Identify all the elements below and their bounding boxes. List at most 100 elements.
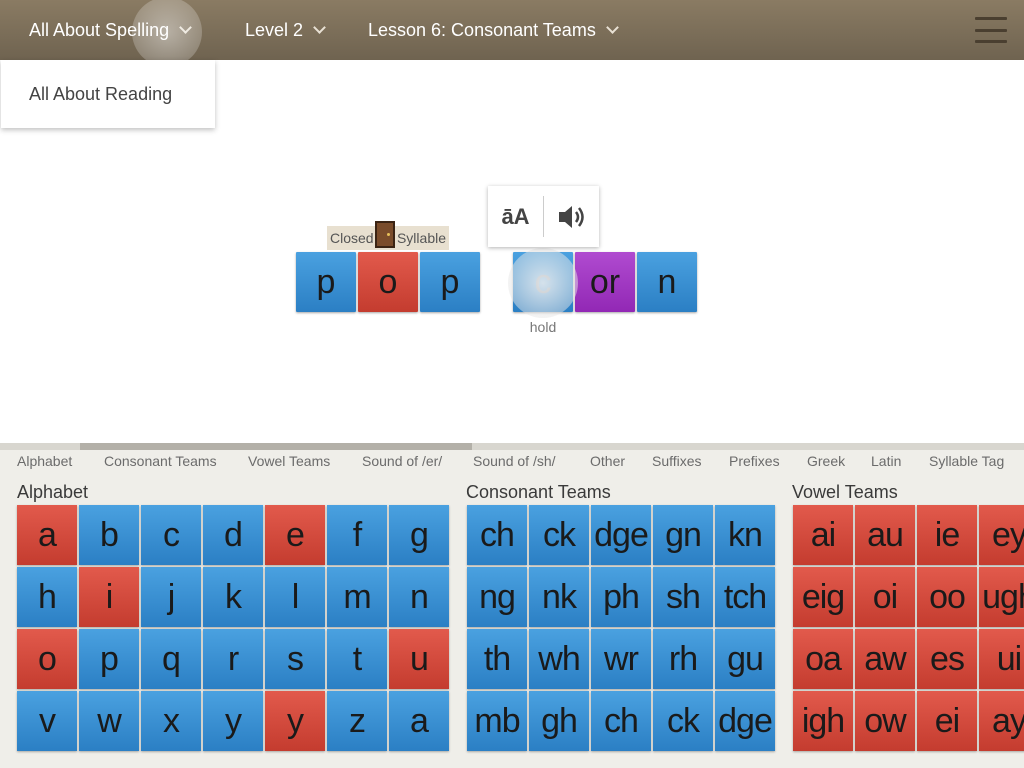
letter-tile[interactable]: ch [467,505,527,565]
letter-tile[interactable]: u [389,629,449,689]
letter-tile[interactable]: g [389,505,449,565]
text-size-button[interactable]: āA [488,186,543,247]
program-label: All About Spelling [29,19,170,40]
letter-tile[interactable]: ck [653,691,713,751]
vowel-teams-tile-grid: aiauieey eigoioough oaawesui ighoweiay [793,505,1024,751]
syllable-tag-left: Closed [330,230,374,246]
letter-tile[interactable]: t [327,629,387,689]
letter-tile[interactable]: c [141,505,201,565]
letter-tile[interactable]: z [327,691,387,751]
letter-tile[interactable]: ui [979,629,1024,689]
letter-tile[interactable]: a [389,691,449,751]
letter-tile[interactable]: ugh [979,567,1024,627]
letter-tile[interactable]: th [467,629,527,689]
chevron-down-icon [313,20,326,34]
letter-tile[interactable]: y [203,691,263,751]
letter-tile[interactable]: d [203,505,263,565]
tab-other[interactable]: Other [590,453,625,469]
letter-tile[interactable]: ei [917,691,977,751]
tab-greek[interactable]: Greek [807,453,845,469]
letter-tile[interactable]: h [17,567,77,627]
door-icon [375,221,395,248]
letter-tile[interactable]: au [855,505,915,565]
letter-tile[interactable]: b [79,505,139,565]
dropdown-item-all-about-reading[interactable]: All About Reading [29,84,172,105]
tab-suffixes[interactable]: Suffixes [652,453,702,469]
letter-tile[interactable]: p [79,629,139,689]
letter-tile[interactable]: igh [793,691,853,751]
syllable-tag-right: Syllable [396,230,446,246]
letter-tile[interactable]: k [203,567,263,627]
menu-icon[interactable] [975,17,1007,43]
tab-sound-of-er[interactable]: Sound of /er/ [362,453,442,469]
program-selector[interactable]: All About Spelling [29,0,192,60]
level-label: Level 2 [245,19,304,40]
chevron-down-icon [605,20,619,34]
letter-tile[interactable]: tch [715,567,775,627]
letter-tile[interactable]: ng [467,567,527,627]
word-tile[interactable]: o [358,252,418,312]
letter-tile[interactable]: aw [855,629,915,689]
level-selector[interactable]: Level 2 [245,0,326,60]
letter-tile[interactable]: y [265,691,325,751]
letter-tile[interactable]: rh [653,629,713,689]
letter-tile[interactable]: gh [529,691,589,751]
letter-tile[interactable]: r [203,629,263,689]
lesson-label: Lesson 6: Consonant Teams [368,19,596,40]
word-tile[interactable]: p [420,252,480,312]
letter-tile[interactable]: sh [653,567,713,627]
letter-tile[interactable]: oa [793,629,853,689]
letter-tile[interactable]: e [265,505,325,565]
letter-tile[interactable]: ie [917,505,977,565]
scrollbar-thumb[interactable] [80,443,472,450]
tab-vowel-teams[interactable]: Vowel Teams [248,453,330,469]
letter-tile[interactable]: l [265,567,325,627]
word-tile[interactable]: n [637,252,697,312]
section-title-consonant-teams: Consonant Teams [466,482,611,502]
letter-tile[interactable]: n [389,567,449,627]
speaker-icon[interactable] [544,186,599,247]
lesson-selector[interactable]: Lesson 6: Consonant Teams [368,0,619,60]
letter-tile[interactable]: x [141,691,201,751]
letter-tile[interactable]: v [17,691,77,751]
letter-tile[interactable]: gn [653,505,713,565]
tab-syllable-tag[interactable]: Syllable Tag [929,453,1004,469]
letter-tile[interactable]: ai [793,505,853,565]
letter-tile[interactable]: q [141,629,201,689]
word-tile[interactable]: or [575,252,635,312]
letter-tile[interactable]: ay [979,691,1024,751]
letter-tile[interactable]: w [79,691,139,751]
letter-tile[interactable]: ow [855,691,915,751]
letter-tile[interactable]: ey [979,505,1024,565]
letter-tile[interactable]: m [327,567,387,627]
tab-sound-of-sh[interactable]: Sound of /sh/ [473,453,556,469]
letter-tile[interactable]: wh [529,629,589,689]
letter-tile[interactable]: wr [591,629,651,689]
letter-tile[interactable]: es [917,629,977,689]
letter-tile[interactable]: dge [715,691,775,751]
letter-tile[interactable]: dge [591,505,651,565]
letter-tile[interactable]: a [17,505,77,565]
tab-alphabet[interactable]: Alphabet [17,453,72,469]
letter-tile[interactable]: ch [591,691,651,751]
letter-tile[interactable]: ck [529,505,589,565]
letter-tile[interactable]: f [327,505,387,565]
letter-tile[interactable]: i [79,567,139,627]
letter-tile[interactable]: j [141,567,201,627]
horizontal-scrollbar[interactable] [0,443,1024,450]
letter-tile[interactable]: o [17,629,77,689]
tab-latin[interactable]: Latin [871,453,901,469]
letter-tile[interactable]: kn [715,505,775,565]
letter-tile[interactable]: s [265,629,325,689]
tab-prefixes[interactable]: Prefixes [729,453,780,469]
letter-tile[interactable]: oo [917,567,977,627]
letter-tile[interactable]: gu [715,629,775,689]
letter-tile[interactable]: ph [591,567,651,627]
word-tile[interactable]: p [296,252,356,312]
tab-consonant-teams[interactable]: Consonant Teams [104,453,217,469]
letter-tile[interactable]: oi [855,567,915,627]
word-tile-selected[interactable]: c [513,252,573,312]
letter-tile[interactable]: nk [529,567,589,627]
letter-tile[interactable]: mb [467,691,527,751]
letter-tile[interactable]: eig [793,567,853,627]
